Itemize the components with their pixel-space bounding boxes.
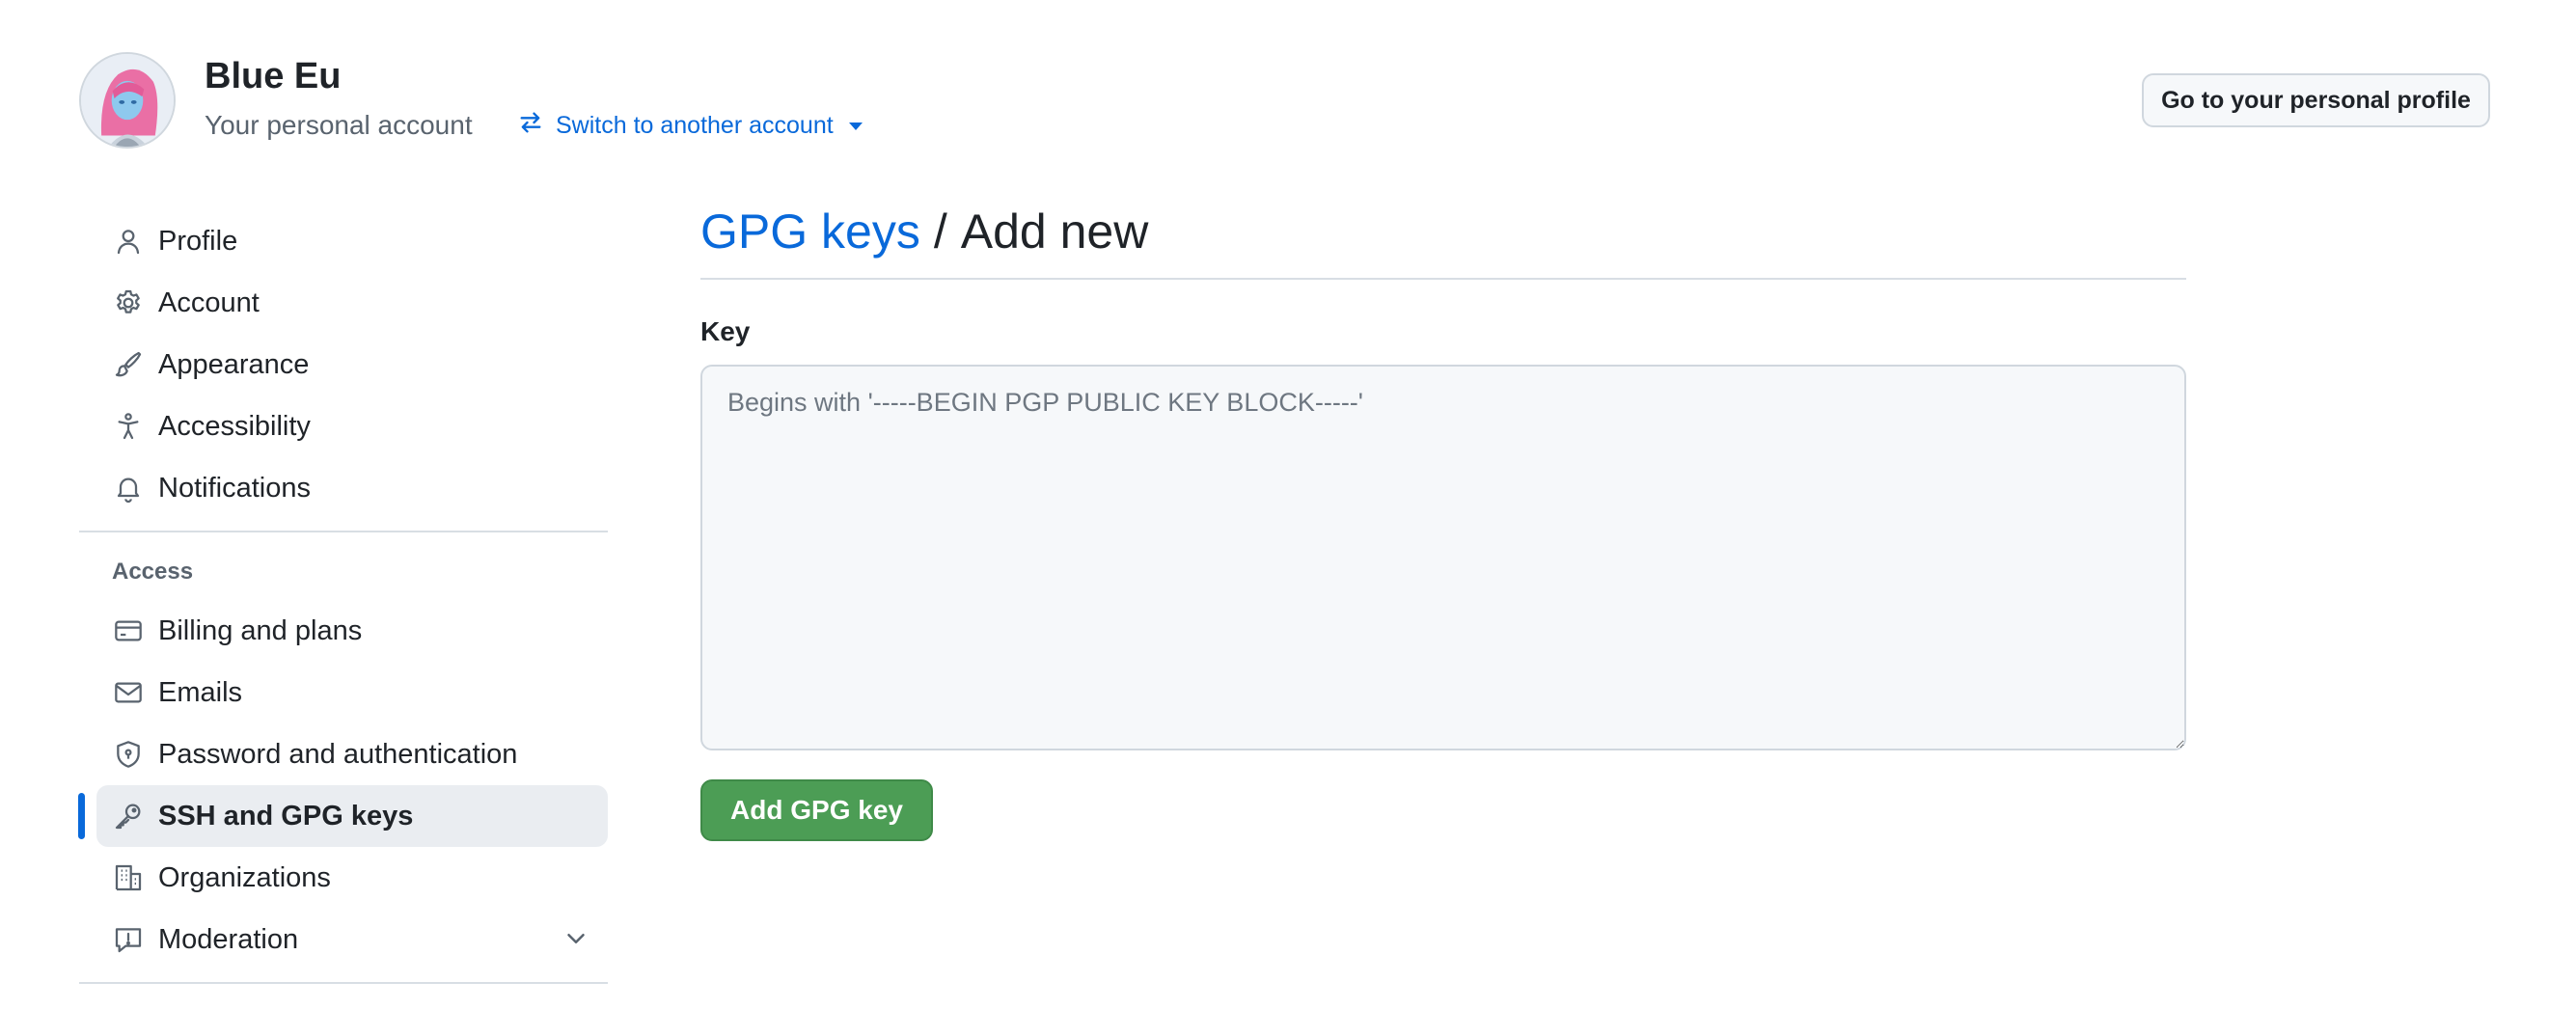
sidebar-item-password-auth[interactable]: Password and authentication: [96, 723, 608, 785]
go-to-profile-button[interactable]: Go to your personal profile: [2142, 73, 2490, 127]
sidebar-divider-bottom: [79, 982, 608, 984]
sidebar-item-notifications[interactable]: Notifications: [96, 457, 608, 519]
sidebar-item-label: Profile: [158, 225, 238, 257]
chevron-down-icon[interactable]: [562, 924, 590, 953]
gear-icon: [112, 286, 145, 319]
caret-down-icon: [848, 123, 863, 130]
credit-card-icon: [112, 614, 145, 647]
sidebar-item-account[interactable]: Account: [96, 272, 608, 334]
sidebar-item-label: Notifications: [158, 472, 311, 504]
sidebar-item-label: Billing and plans: [158, 614, 363, 646]
sidebar-item-organizations[interactable]: Organizations: [96, 847, 608, 909]
bell-icon: [112, 472, 145, 504]
account-name: Blue Eu: [205, 56, 342, 96]
sidebar-item-label: SSH and GPG keys: [158, 800, 414, 832]
sidebar-item-moderation[interactable]: Moderation: [96, 909, 608, 970]
organization-icon: [112, 861, 145, 894]
key-icon: [112, 800, 145, 832]
avatar[interactable]: [79, 52, 176, 149]
arrow-switch-icon: [517, 109, 544, 143]
switch-account-link[interactable]: Switch to another account: [517, 108, 863, 143]
paintbrush-icon: [112, 348, 145, 381]
sidebar-item-billing[interactable]: Billing and plans: [96, 600, 608, 662]
page-title: GPG keys / Add new: [700, 193, 2186, 270]
breadcrumb-gpg-keys-link[interactable]: GPG keys: [700, 204, 920, 259]
sidebar-item-ssh-gpg-keys[interactable]: SSH and GPG keys: [78, 785, 608, 847]
switch-account-label: Switch to another account: [556, 111, 834, 139]
sidebar-item-label: Account: [158, 286, 260, 318]
sidebar-item-label: Accessibility: [158, 410, 311, 442]
shield-lock-icon: [112, 738, 145, 771]
person-icon: [112, 225, 145, 258]
sidebar-divider: [79, 531, 608, 532]
sidebar-item-profile[interactable]: Profile: [96, 210, 608, 272]
sidebar-item-label: Password and authentication: [158, 738, 518, 770]
accessibility-icon: [112, 410, 145, 443]
sidebar-item-label: Emails: [158, 676, 243, 708]
mail-icon: [112, 676, 145, 709]
key-field-label: Key: [700, 316, 751, 346]
sidebar-item-emails[interactable]: Emails: [96, 662, 608, 723]
sidebar-item-label: Moderation: [158, 923, 299, 955]
report-icon: [112, 923, 145, 956]
sidebar-section-access: Access: [112, 559, 194, 585]
breadcrumb-separator: /: [933, 205, 947, 259]
title-divider: [700, 278, 2186, 280]
account-subtitle: Your personal account: [205, 110, 473, 140]
sidebar-item-label: Appearance: [158, 348, 310, 380]
sidebar-item-appearance[interactable]: Appearance: [96, 334, 608, 395]
avatar-image: [81, 54, 174, 147]
sidebar-item-accessibility[interactable]: Accessibility: [96, 395, 608, 457]
breadcrumb-current: Add new: [960, 205, 1149, 259]
add-gpg-key-button[interactable]: Add GPG key: [700, 779, 933, 841]
key-textarea[interactable]: [700, 365, 2186, 750]
main-content: GPG keys / Add new Key Add GPG key: [700, 193, 2186, 841]
settings-sidebar: Profile Account Appearance Accessibility…: [78, 210, 608, 995]
settings-page: Blue Eu Your personal account Switch to …: [0, 0, 2576, 1009]
sidebar-item-label: Organizations: [158, 861, 331, 893]
